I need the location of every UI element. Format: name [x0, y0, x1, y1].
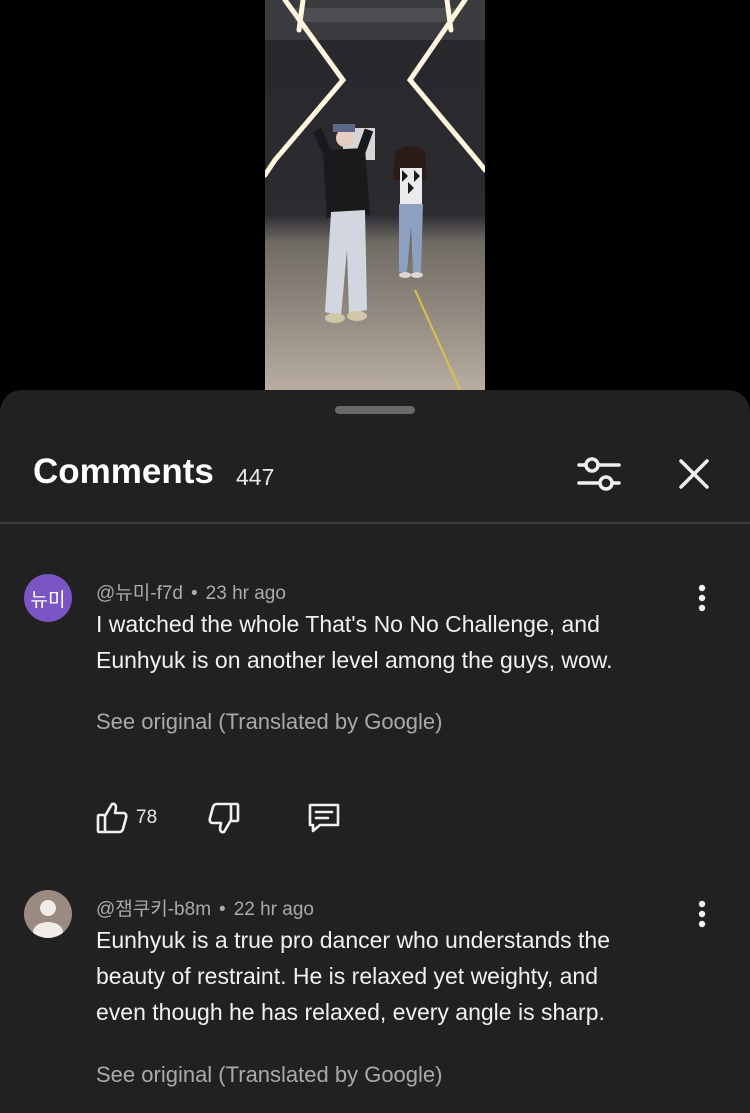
reply-icon: [308, 803, 340, 833]
like-count: 78: [136, 807, 158, 828]
comment-text: Eunhyuk is a true pro dancer who underst…: [96, 927, 610, 1025]
comment-more-button[interactable]: [690, 580, 714, 620]
comments-count: 447: [236, 464, 275, 490]
comment-author[interactable]: @뉴미-f7d: [96, 583, 183, 604]
avatar[interactable]: [24, 890, 72, 938]
more-vertical-icon: [698, 900, 706, 928]
comments-sheet: Comments 447 뉴미 @뉴미-f7d • 23 hr ago I wa…: [0, 390, 750, 1113]
thumbs-up-icon: [96, 802, 128, 834]
comments-title: Comments: [33, 452, 214, 491]
see-original-link[interactable]: See original (Translated by Google): [96, 709, 442, 735]
video-thumbnail: [265, 0, 485, 390]
comment-meta: @뉴미-f7d • 23 hr ago: [96, 583, 286, 604]
like-button[interactable]: 78: [96, 798, 157, 838]
comment-time: 22 hr ago: [233, 899, 314, 920]
comment-more-button[interactable]: [690, 896, 714, 936]
comments-header: Comments 447: [0, 440, 750, 520]
comment-author[interactable]: @잼쿠키-b8m: [96, 899, 211, 920]
comment-text: I watched the whole That's No No Challen…: [96, 611, 613, 673]
comment-time: 23 hr ago: [205, 583, 286, 604]
default-avatar-icon: [33, 900, 63, 938]
video-player[interactable]: [0, 0, 750, 390]
thumbs-down-icon: [208, 802, 240, 834]
drag-handle[interactable]: [335, 406, 415, 414]
more-vertical-icon: [698, 584, 706, 612]
sliders-icon: [577, 457, 621, 491]
reply-button[interactable]: [306, 798, 342, 838]
see-original-link[interactable]: See original (Translated by Google): [96, 1062, 442, 1088]
avatar[interactable]: 뉴미: [24, 574, 72, 622]
avatar-initials: 뉴미: [30, 589, 66, 611]
dislike-button[interactable]: [208, 798, 240, 838]
close-icon: [679, 459, 709, 489]
sort-filter-button[interactable]: [572, 452, 626, 496]
comment-meta: @잼쿠키-b8m • 22 hr ago: [96, 899, 314, 920]
header-divider: [0, 522, 750, 524]
close-button[interactable]: [672, 452, 716, 496]
